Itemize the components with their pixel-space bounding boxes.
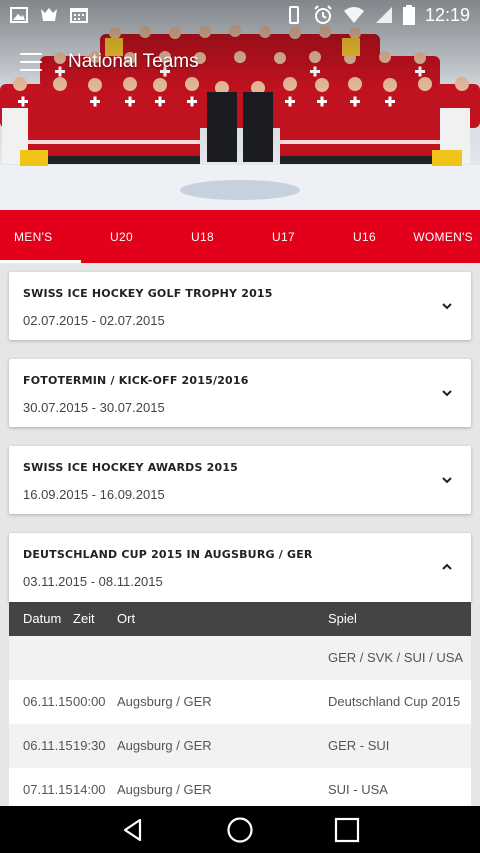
table-row: GER / SVK / SUI / USA (9, 636, 471, 680)
navigation-bar (0, 806, 480, 853)
event-dates: 30.07.2015 - 30.07.2015 (23, 400, 165, 415)
event-dates: 03.11.2015 - 08.11.2015 (23, 574, 163, 589)
notification-icon (41, 8, 57, 21)
header-datum: Datum (23, 611, 62, 626)
event-list: Swiss Ice Hockey Golf Trophy 2015 02.07.… (0, 263, 480, 806)
cell-datum: 07.11.15 (23, 782, 73, 797)
recents-icon (334, 817, 359, 842)
event-title: Deutschland Cup 2015 in Augsburg / GER (23, 548, 313, 561)
cell-datum: 06.11.15 (23, 738, 73, 753)
tab-u18[interactable]: U18 (162, 210, 243, 263)
tab-u20[interactable]: U20 (81, 210, 162, 263)
event-card[interactable]: Swiss Ice Hockey Awards 2015 16.09.2015 … (9, 446, 471, 514)
event-dates: 16.09.2015 - 16.09.2015 (23, 487, 165, 502)
home-icon (227, 816, 253, 843)
signal-icon (375, 7, 392, 23)
app: National Teams 12:19 MEN'S U20 U18 U17 U… (0, 0, 480, 853)
tab-label: U20 (110, 229, 133, 244)
home-button[interactable] (225, 815, 255, 845)
cell-zeit: 14:00 (73, 782, 106, 797)
cell-spiel: GER - SUI (328, 738, 390, 753)
tab-mens[interactable]: MEN'S (0, 210, 81, 263)
cell-ort: Augsburg / GER (117, 738, 212, 753)
table-row: 07.11.15 14:00 Augsburg / GER SUI - USA (9, 768, 471, 806)
cell-ort: Augsburg / GER (117, 694, 212, 709)
chevron-down-icon[interactable] (441, 474, 453, 486)
header-zeit: Zeit (73, 611, 95, 626)
tab-womens[interactable]: WOMEN'S (405, 210, 480, 263)
tab-u17[interactable]: U17 (243, 210, 324, 263)
cell-datum: 06.11.15 (23, 694, 73, 709)
table-header: Datum Zeit Ort Spiel (9, 602, 471, 636)
back-icon (124, 818, 142, 841)
team-photo: National Teams (0, 0, 480, 210)
cell-zeit: 00:00 (73, 694, 106, 709)
table-row: 06.11.15 00:00 Augsburg / GER Deutschlan… (9, 680, 471, 724)
team-photo-illustration (0, 0, 480, 210)
cell-zeit: 19:30 (73, 738, 106, 753)
wifi-icon (343, 7, 364, 23)
event-card-expanded[interactable]: Deutschland Cup 2015 in Augsburg / GER 0… (9, 533, 471, 602)
event-title: Fototermin / Kick-Off 2015/2016 (23, 374, 249, 387)
back-button[interactable] (118, 815, 148, 845)
event-dates: 02.07.2015 - 02.07.2015 (23, 313, 165, 328)
tab-label: MEN'S (14, 229, 53, 244)
cell-spiel: Deutschland Cup 2015 (328, 694, 461, 709)
schedule-table: Datum Zeit Ort Spiel GER / SVK / SUI / U… (9, 602, 471, 806)
tab-label: U16 (353, 229, 376, 244)
page-title: National Teams (68, 51, 199, 72)
team-tabs: MEN'S U20 U18 U17 U16 WOMEN'S (0, 210, 480, 263)
battery-icon (402, 5, 415, 25)
image-icon (10, 7, 28, 23)
app-toolbar: National Teams (0, 44, 480, 80)
cell-spiel: SUI - USA (328, 782, 388, 797)
calendar-icon (70, 8, 88, 23)
cell-spiel: GER / SVK / SUI / USA (328, 650, 464, 665)
tab-label: WOMEN'S (413, 229, 473, 244)
chevron-down-icon[interactable] (441, 300, 453, 312)
alarm-icon (314, 5, 332, 24)
header-ort: Ort (117, 611, 136, 626)
header-spiel: Spiel (328, 611, 357, 626)
table-row: 06.11.15 19:30 Augsburg / GER GER - SUI (9, 724, 471, 768)
event-card[interactable]: Fototermin / Kick-Off 2015/2016 30.07.20… (9, 359, 471, 427)
tab-label: U17 (272, 229, 295, 244)
cell-ort: Augsburg / GER (117, 782, 212, 797)
vibrate-icon (288, 6, 299, 24)
event-title: Swiss Ice Hockey Awards 2015 (23, 461, 239, 474)
event-title: Swiss Ice Hockey Golf Trophy 2015 (23, 287, 273, 300)
chevron-up-icon[interactable] (441, 561, 453, 573)
tab-u16[interactable]: U16 (324, 210, 405, 263)
hamburger-menu-icon[interactable] (20, 53, 42, 71)
status-bar: 12:19 (0, 0, 480, 30)
status-time: 12:19 (424, 4, 470, 25)
tab-label: U18 (191, 229, 214, 244)
event-card[interactable]: Swiss Ice Hockey Golf Trophy 2015 02.07.… (9, 272, 471, 340)
chevron-down-icon[interactable] (441, 387, 453, 399)
recents-button[interactable] (332, 815, 362, 845)
